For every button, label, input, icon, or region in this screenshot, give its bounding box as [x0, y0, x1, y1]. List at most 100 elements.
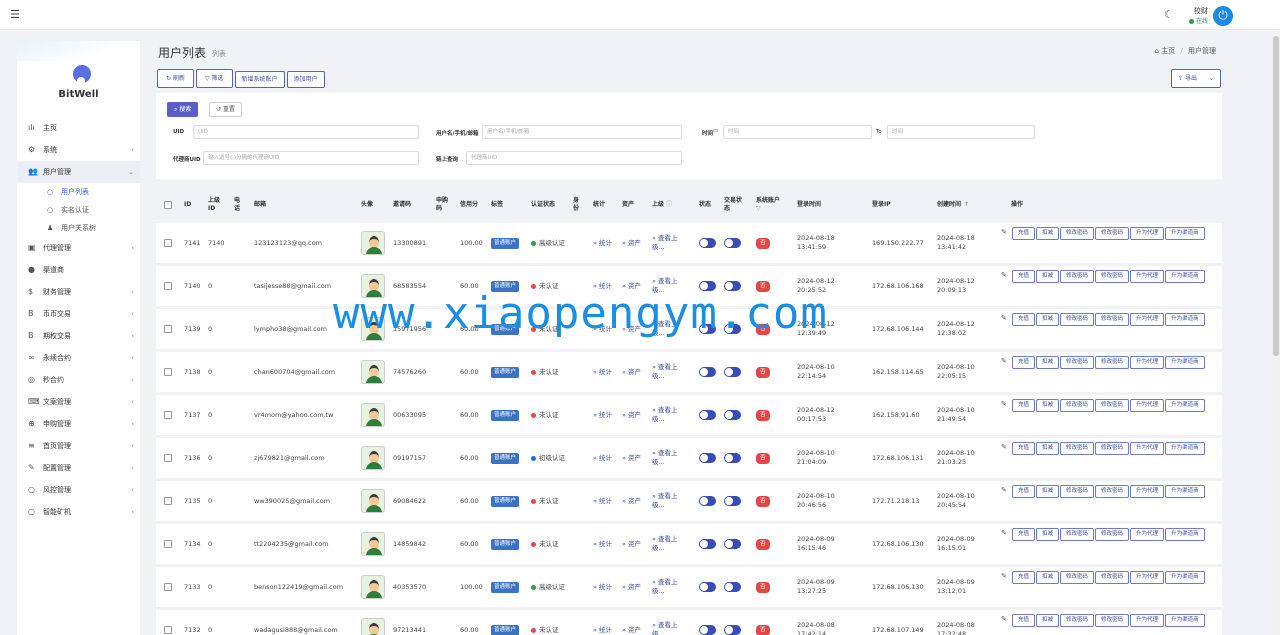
parent-link[interactable]: » 查看上级...	[652, 395, 688, 435]
filter-icon[interactable]: ▽	[756, 205, 761, 213]
recharge-button[interactable]: 充值	[1012, 571, 1036, 584]
parent-link[interactable]: » 查看上级...	[652, 481, 688, 521]
edit-icon[interactable]: ✎	[1001, 227, 1012, 240]
change-fund-password-button[interactable]: 修改密码	[1095, 614, 1130, 627]
row-checkbox[interactable]	[164, 610, 172, 635]
stats-link[interactable]: » 统计	[593, 481, 615, 521]
parent-link[interactable]: » 查看上级...	[652, 223, 688, 263]
trade-status-toggle[interactable]	[724, 438, 741, 478]
table-row[interactable]: 7135 0 ww390025@gmail.com 69084622 60.00 普通账户…	[156, 481, 1222, 521]
table-row[interactable]: 7134 0 tt2204235@gmail.com 14859842 60.00 普通账…	[156, 524, 1222, 564]
sidebar-item[interactable]: ● 渠道商	[17, 259, 140, 281]
edit-icon[interactable]: ✎	[1001, 528, 1012, 541]
promote-agent-button[interactable]: 升为代理	[1130, 270, 1165, 283]
promote-agent-button[interactable]: 升为代理	[1130, 485, 1165, 498]
promote-agent-button[interactable]: 升为代理	[1130, 227, 1165, 240]
row-checkbox[interactable]	[164, 567, 172, 607]
sidebar-item[interactable]: ▣ 代理管理 ‹	[17, 237, 140, 259]
deduct-button[interactable]: 扣减	[1036, 227, 1060, 240]
deduct-button[interactable]: 扣减	[1036, 399, 1060, 412]
assets-link[interactable]: » 资产	[622, 481, 644, 521]
assets-link[interactable]: » 资产	[622, 352, 644, 392]
edit-icon[interactable]: ✎	[1001, 571, 1012, 584]
reset-button[interactable]: ↺ 重置	[209, 102, 242, 117]
power-icon[interactable]: ⏻	[1213, 6, 1233, 26]
parent-query-input[interactable]: 代理商UID	[466, 151, 682, 165]
sidebar-item[interactable]: ◎ 秒合约 ‹	[17, 369, 140, 391]
promote-agent-button[interactable]: 升为代理	[1130, 614, 1165, 627]
stats-link[interactable]: » 统计	[593, 610, 615, 635]
stats-link[interactable]: » 统计	[593, 223, 615, 263]
row-checkbox[interactable]	[164, 309, 172, 349]
filter-button[interactable]: ▽ 筛选	[195, 69, 233, 88]
sidebar-item[interactable]: B 期权交易 ‹	[17, 325, 140, 347]
parent-link[interactable]: » 查看上级...	[652, 438, 688, 478]
trade-status-toggle[interactable]	[724, 610, 741, 635]
sidebar-item[interactable]: B 币币交易 ‹	[17, 303, 140, 325]
parent-link[interactable]: » 查看上级...	[652, 567, 688, 607]
recharge-button[interactable]: 充值	[1012, 270, 1036, 283]
change-password-button[interactable]: 修改密码	[1060, 399, 1095, 412]
change-password-button[interactable]: 修改密码	[1060, 356, 1095, 369]
status-toggle[interactable]	[699, 438, 716, 478]
row-checkbox[interactable]	[164, 438, 172, 478]
agent-uid-input[interactable]: 输入逗号(,)分隔的代理商UID	[203, 151, 419, 165]
promote-channel-button[interactable]: 升为渠道商	[1165, 227, 1205, 240]
user-name[interactable]: 狡财	[1194, 6, 1208, 16]
sidebar-item[interactable]: ılı 主页	[17, 117, 140, 139]
change-fund-password-button[interactable]: 修改密码	[1095, 356, 1130, 369]
row-checkbox[interactable]	[164, 481, 172, 521]
change-password-button[interactable]: 修改密码	[1060, 270, 1095, 283]
change-fund-password-button[interactable]: 修改密码	[1095, 270, 1130, 283]
status-toggle[interactable]	[699, 395, 716, 435]
moon-icon[interactable]: ☾	[1164, 8, 1174, 21]
sidebar-item[interactable]: ≡ 首页管理 ‹	[17, 435, 140, 457]
promote-channel-button[interactable]: 升为渠道商	[1165, 313, 1205, 326]
recharge-button[interactable]: 充值	[1012, 528, 1036, 541]
promote-agent-button[interactable]: 升为代理	[1130, 356, 1165, 369]
recharge-button[interactable]: 充值	[1012, 356, 1036, 369]
promote-channel-button[interactable]: 升为渠道商	[1165, 442, 1205, 455]
sidebar-subitem[interactable]: ♟ 用户关系树	[17, 219, 140, 237]
edit-icon[interactable]: ✎	[1001, 356, 1012, 369]
stats-link[interactable]: » 统计	[593, 524, 615, 564]
assets-link[interactable]: » 资产	[622, 610, 644, 635]
recharge-button[interactable]: 充值	[1012, 614, 1036, 627]
assets-link[interactable]: » 资产	[622, 567, 644, 607]
change-fund-password-button[interactable]: 修改密码	[1095, 442, 1130, 455]
sidebar-item[interactable]: ⚙ 系统 ‹	[17, 139, 140, 161]
deduct-button[interactable]: 扣减	[1036, 571, 1060, 584]
sidebar-item[interactable]: ∞ 永续合约 ‹	[17, 347, 140, 369]
change-fund-password-button[interactable]: 修改密码	[1095, 399, 1130, 412]
export-button[interactable]: ⇪ 导出 ⌄	[1171, 69, 1221, 88]
change-password-button[interactable]: 修改密码	[1060, 528, 1095, 541]
table-row[interactable]: 7137 0 vr4mom@yahoo.com.tw 00633095 60.00 普通账…	[156, 395, 1222, 435]
change-password-button[interactable]: 修改密码	[1060, 614, 1095, 627]
change-password-button[interactable]: 修改密码	[1060, 227, 1095, 240]
select-all-checkbox[interactable]	[164, 189, 172, 221]
assets-link[interactable]: » 资产	[622, 524, 644, 564]
promote-channel-button[interactable]: 升为渠道商	[1165, 485, 1205, 498]
recharge-button[interactable]: 充值	[1012, 227, 1036, 240]
table-row[interactable]: 7136 0 zj679821@gmail.com 09197157 60.00 普通账户…	[156, 438, 1222, 478]
row-checkbox[interactable]	[164, 352, 172, 392]
sidebar-item[interactable]: ⊕ 申购管理 ‹	[17, 413, 140, 435]
add-user-button[interactable]: 添加用户	[286, 71, 325, 88]
assets-link[interactable]: » 资产	[622, 223, 644, 263]
change-password-button[interactable]: 修改密码	[1060, 442, 1095, 455]
edit-icon[interactable]: ✎	[1001, 614, 1012, 627]
sidebar-subitem[interactable]: ○ 用户列表	[17, 183, 140, 201]
breadcrumb-home[interactable]: 主页	[1161, 47, 1175, 55]
user-input[interactable]: 用户名/手机/邮箱	[482, 125, 682, 139]
assets-link[interactable]: » 资产	[622, 438, 644, 478]
row-checkbox[interactable]	[164, 395, 172, 435]
table-row[interactable]: 7141 7140 123123123@qq.com 13300891 100.00 普通…	[156, 223, 1222, 263]
edit-icon[interactable]: ✎	[1001, 270, 1012, 283]
sort-icon[interactable]: ↑	[964, 201, 969, 209]
change-fund-password-button[interactable]: 修改密码	[1095, 528, 1130, 541]
stats-link[interactable]: » 统计	[593, 395, 615, 435]
promote-channel-button[interactable]: 升为渠道商	[1165, 571, 1205, 584]
edit-icon[interactable]: ✎	[1001, 485, 1012, 498]
sidebar-subitem[interactable]: ○ 实名认证	[17, 201, 140, 219]
recharge-button[interactable]: 充值	[1012, 399, 1036, 412]
